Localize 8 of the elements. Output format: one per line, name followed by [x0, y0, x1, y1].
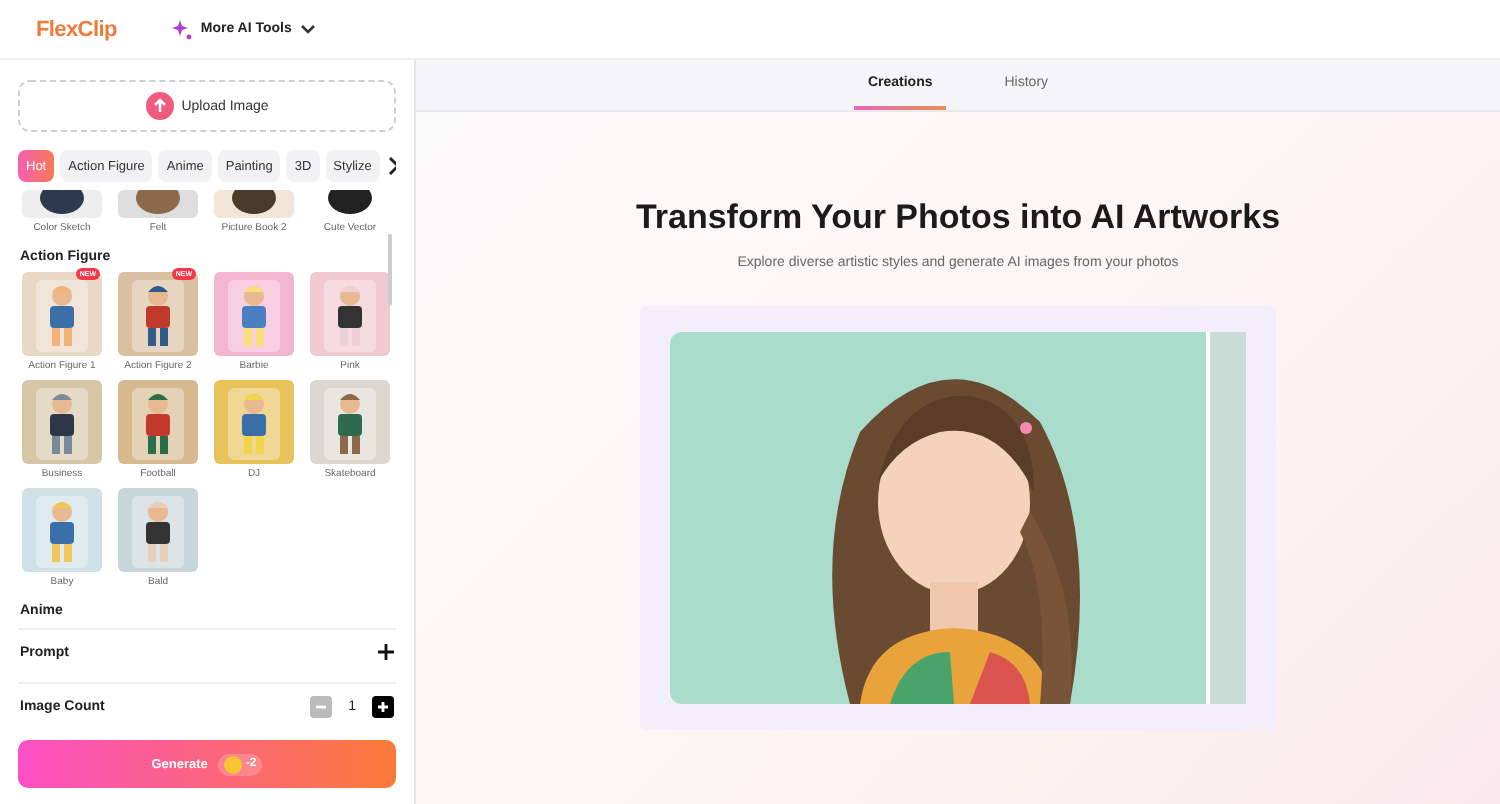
- caret-icon: [299, 23, 316, 35]
- plus-icon[interactable]: [378, 644, 394, 660]
- coin-icon: [223, 755, 242, 773]
- sparkle-icon: [172, 19, 193, 39]
- scrollbar: [388, 234, 392, 306]
- upload-icon: [145, 92, 174, 120]
- hero-title: Transform Your Photos into AI Artworks: [635, 198, 1281, 238]
- plus-button[interactable]: [372, 695, 394, 717]
